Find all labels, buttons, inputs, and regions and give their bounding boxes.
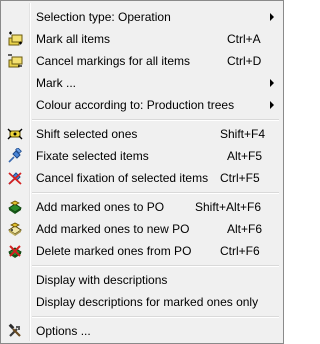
menu-item-shift-selected[interactable]: Shift selected ones Shift+F4 <box>3 123 281 145</box>
menu-item-label: Cancel fixation of selected items <box>36 171 209 185</box>
menu-item-colour-according[interactable]: Colour according to: Production trees <box>3 94 281 116</box>
submenu-arrow-icon <box>270 101 274 109</box>
menu-item-label: Display descriptions for marked ones onl… <box>36 295 259 309</box>
menu-item-add-to-new-po[interactable]: Add marked ones to new PO Alt+F6 <box>3 218 281 240</box>
menu-item-delete-from-po[interactable]: Delete marked ones from PO Ctrl+F6 <box>3 240 281 262</box>
menu-item-shortcut: Shift+F4 <box>220 127 266 141</box>
menu-item-label: Colour according to: Production trees <box>36 98 235 112</box>
menu-item-cancel-markings[interactable]: Cancel markings for all items Ctrl+D <box>3 50 281 72</box>
menu-item-label: Mark ... <box>36 76 77 90</box>
menu-item-label: Add marked ones to new PO <box>36 222 190 236</box>
menu-item-cancel-fixation[interactable]: Cancel fixation of selected items Ctrl+F… <box>3 167 281 189</box>
menu-item-shortcut: Ctrl+F5 <box>220 171 260 185</box>
menu-item-shortcut: Ctrl+D <box>227 54 262 68</box>
add-to-new-po-icon <box>8 222 22 236</box>
menu-item-label: Fixate selected items <box>36 149 149 163</box>
menu-item-label: Add marked ones to PO <box>36 200 165 214</box>
menu-item-shortcut: Ctrl+F6 <box>220 244 260 258</box>
menu-item-label: Options ... <box>36 324 91 338</box>
menu-item-mark-all[interactable]: Mark all items Ctrl+A <box>3 28 281 50</box>
menu-separator <box>32 192 279 194</box>
delete-from-po-icon <box>8 245 22 258</box>
menu-item-display-descriptions[interactable]: Display with descriptions <box>3 269 281 291</box>
menu-item-display-descriptions-marked[interactable]: Display descriptions for marked ones onl… <box>3 291 281 313</box>
shift-icon <box>7 128 23 140</box>
menu-separator <box>32 316 279 318</box>
menu-item-shortcut: Ctrl+A <box>227 32 261 46</box>
menu-item-fixate[interactable]: Fixate selected items Alt+F5 <box>3 145 281 167</box>
menu-item-label: Mark all items <box>36 32 111 46</box>
add-to-po-icon <box>8 200 22 214</box>
submenu-arrow-icon <box>270 13 274 21</box>
pin-icon <box>8 148 22 163</box>
menu-item-shortcut: Alt+F5 <box>227 149 263 163</box>
menu-item-label: Shift selected ones <box>36 127 138 141</box>
menu-item-shortcut: Shift+Alt+F6 <box>195 200 262 214</box>
submenu-arrow-icon <box>270 79 274 87</box>
cancel-markings-icon <box>8 54 23 68</box>
context-menu: Selection type: Operation Mark all items… <box>0 0 284 344</box>
menu-separator <box>32 119 279 121</box>
menu-item-mark[interactable]: Mark ... <box>3 72 281 94</box>
menu-item-label: Selection type: Operation <box>36 10 171 24</box>
menu-item-selection-type[interactable]: Selection type: Operation <box>3 6 281 28</box>
menu-separator <box>32 265 279 267</box>
menu-item-shortcut: Alt+F6 <box>227 222 263 236</box>
menu-item-add-to-po[interactable]: Add marked ones to PO Shift+Alt+F6 <box>3 196 281 218</box>
mark-all-icon <box>8 31 23 46</box>
menu-item-options[interactable]: Options ... <box>3 320 281 342</box>
menu-item-label: Display with descriptions <box>36 273 168 287</box>
unpin-icon <box>8 172 22 185</box>
tools-icon <box>8 323 21 337</box>
menu-item-label: Delete marked ones from PO <box>36 244 192 258</box>
menu-item-label: Cancel markings for all items <box>36 54 191 68</box>
